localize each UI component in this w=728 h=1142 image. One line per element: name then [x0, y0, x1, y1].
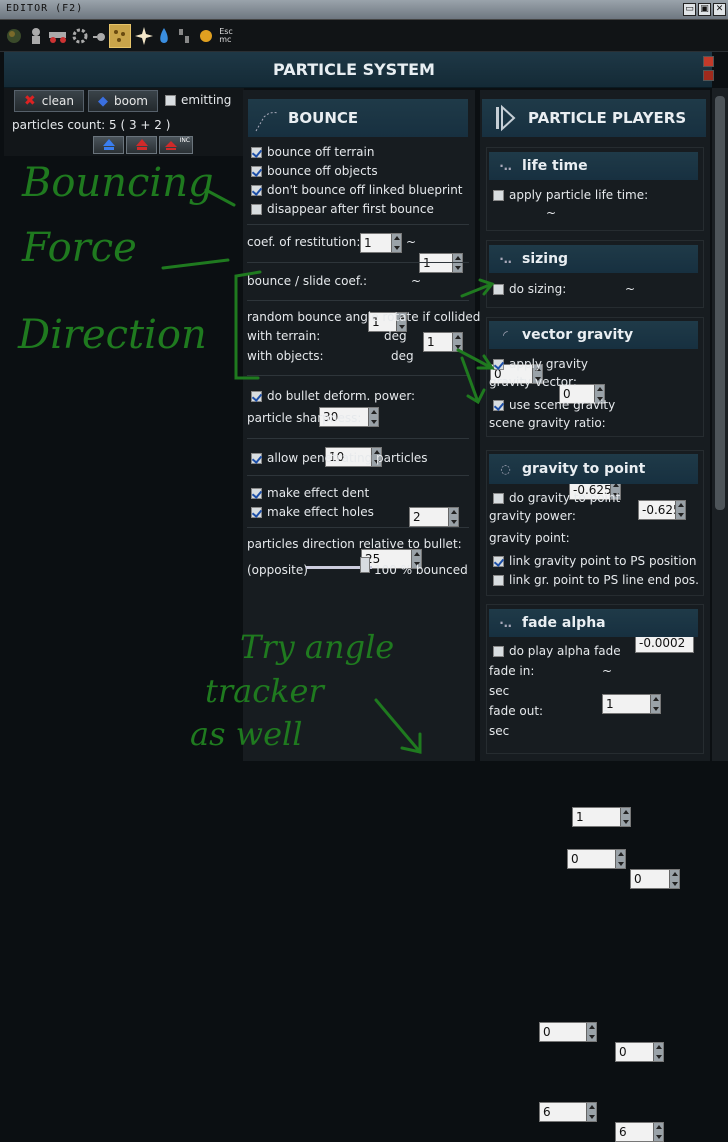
spinner-arrows[interactable]: [653, 1043, 663, 1061]
gravity-point-y-input[interactable]: 0: [630, 869, 680, 889]
fade-in-min-value: 0: [543, 1025, 551, 1039]
gravity-power-input[interactable]: 1: [572, 807, 631, 827]
annotation-strokes: [161, 188, 495, 754]
gravity-point-x-input[interactable]: 0: [567, 849, 626, 869]
gravity-power-value: 1: [576, 810, 584, 824]
fade-in-max-value: 0: [619, 1045, 627, 1059]
fade-out-min-input[interactable]: 6: [539, 1102, 597, 1122]
gravity-point-y-value: 0: [634, 872, 642, 886]
spinner-arrows[interactable]: [653, 1123, 663, 1141]
fade-out-min-value: 6: [543, 1105, 551, 1119]
fade-in-min-input[interactable]: 0: [539, 1022, 597, 1042]
spinner-arrows[interactable]: [586, 1023, 596, 1041]
spinner-arrows[interactable]: [620, 808, 630, 826]
spinner-arrows[interactable]: [669, 870, 679, 888]
spinner-arrows[interactable]: [586, 1103, 596, 1121]
spinner-arrows[interactable]: [615, 850, 625, 868]
fade-in-max-input[interactable]: 0: [615, 1042, 664, 1062]
gravity-point-x-value: 0: [571, 852, 579, 866]
fade-out-max-value: 6: [619, 1125, 627, 1139]
fade-out-max-input[interactable]: 6: [615, 1122, 664, 1142]
